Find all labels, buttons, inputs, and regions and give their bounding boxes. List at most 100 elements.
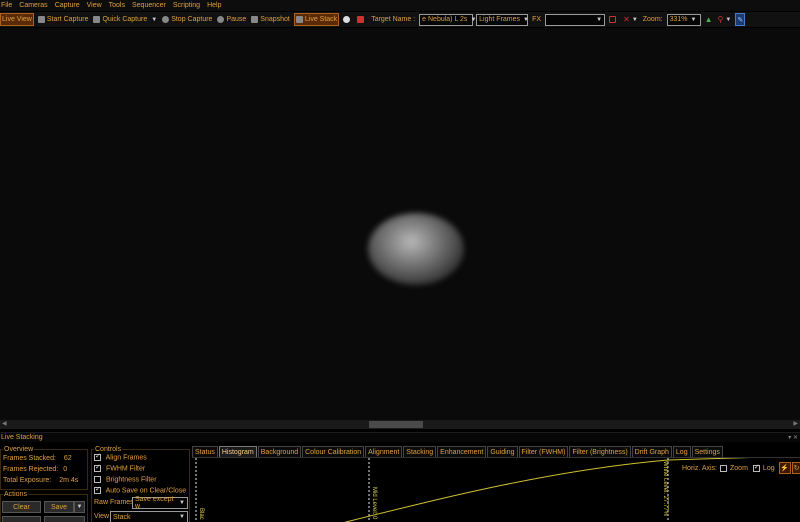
pause-button[interactable]: Pause bbox=[216, 13, 247, 26]
zoom-option-label: Zoom bbox=[730, 464, 748, 472]
target-name-value: e Nebula) L 2s bbox=[422, 16, 468, 23]
view-label: View bbox=[94, 513, 110, 520]
brightness-filter-label: Brightness Filter bbox=[105, 476, 157, 484]
view-value: Stack bbox=[113, 513, 131, 521]
log-checkbox[interactable] bbox=[752, 463, 760, 472]
chevron-down-icon[interactable]: ▼ bbox=[151, 17, 157, 23]
fx-dropdown[interactable]: ▼ bbox=[545, 13, 606, 26]
live-stack-button[interactable]: Live Stack bbox=[293, 13, 340, 26]
tab-settings[interactable]: Settings bbox=[691, 446, 723, 457]
menu-scripting[interactable]: Scripting bbox=[173, 2, 200, 9]
tab-colour-calibration[interactable]: Colour Calibration bbox=[302, 446, 365, 457]
auto-save-label: Auto Save on Clear/Close bbox=[105, 487, 187, 495]
zoom-dropdown[interactable]: 331% ▼ bbox=[666, 13, 701, 26]
panel-pin-icon[interactable]: ▾ ✕ bbox=[788, 434, 798, 441]
chevron-down-icon: ▼ bbox=[76, 504, 83, 510]
fwhm-filter-row[interactable]: FWHM Filter bbox=[94, 463, 145, 472]
menu-capture[interactable]: Capture bbox=[55, 2, 80, 9]
align-frames-checkbox[interactable] bbox=[94, 452, 101, 461]
save-options-button[interactable]: ▼ bbox=[74, 501, 85, 513]
tab-log[interactable]: Log bbox=[672, 446, 691, 457]
total-exposure-label: Total Exposure: bbox=[3, 477, 52, 484]
zoom-checkbox[interactable] bbox=[720, 464, 728, 472]
menu-tools[interactable]: Tools bbox=[109, 2, 125, 9]
triangle-icon: ▲ bbox=[704, 15, 713, 24]
log-option-label: Log bbox=[762, 464, 775, 472]
grid-overlay-button[interactable] bbox=[608, 13, 619, 26]
raw-frames-dropdown[interactable]: Save except w ▼ bbox=[132, 496, 188, 510]
clear-button[interactable]: Clear bbox=[2, 501, 41, 513]
nebula-image bbox=[368, 213, 464, 285]
live-view-label: Live View bbox=[2, 16, 32, 23]
frames-rejected-value: 0 bbox=[63, 466, 68, 473]
record-indicator[interactable] bbox=[342, 13, 353, 26]
crosshair-button[interactable]: ✕ ▼ bbox=[622, 13, 639, 26]
raw-frames-row: Raw Frames bbox=[94, 499, 134, 506]
scroll-right-icon[interactable]: ▶ bbox=[793, 420, 798, 427]
image-viewer[interactable] bbox=[0, 28, 800, 420]
tab-guiding[interactable]: Guiding bbox=[487, 446, 518, 457]
chevron-down-icon: ▼ bbox=[690, 16, 697, 23]
quick-capture-button[interactable]: Quick Capture ▼ bbox=[92, 13, 158, 26]
fwhm-filter-checkbox[interactable] bbox=[94, 463, 101, 472]
pin-button[interactable]: ✎ bbox=[735, 13, 746, 26]
tab-background[interactable]: Background bbox=[257, 446, 302, 457]
brightness-filter-row[interactable]: Brightness Filter bbox=[94, 476, 157, 483]
magnifier-icon: ⚲ bbox=[717, 15, 724, 24]
auto-save-row[interactable]: Auto Save on Clear/Close bbox=[94, 485, 187, 495]
menu-bar: File Cameras Capture View Tools Sequence… bbox=[0, 0, 800, 11]
tab-drift-graph[interactable]: Drift Graph bbox=[631, 446, 672, 457]
action-button-3[interactable] bbox=[44, 516, 85, 522]
action-button-2[interactable] bbox=[2, 516, 41, 522]
tab-enhancement[interactable]: Enhancement bbox=[437, 446, 487, 457]
snapshot-label: Snapshot bbox=[260, 16, 290, 23]
tab-filter-fwhm[interactable]: Filter (FWHM) bbox=[518, 446, 569, 457]
horizontal-scrollbar[interactable]: ◀ ▶ bbox=[0, 420, 800, 429]
tab-status[interactable]: Status bbox=[192, 446, 218, 457]
menu-cameras[interactable]: Cameras bbox=[19, 2, 47, 9]
pause-icon bbox=[217, 16, 225, 23]
start-capture-button[interactable]: Start Capture bbox=[37, 13, 90, 26]
auto-save-checkbox[interactable] bbox=[94, 485, 101, 494]
reticule-button[interactable] bbox=[356, 13, 367, 26]
zoom-label: Zoom: bbox=[642, 16, 663, 23]
tab-alignment[interactable]: Alignment bbox=[365, 446, 403, 457]
histogram-options: Horiz. Axis: Zoom Log ⚡ ↻ bbox=[682, 462, 800, 474]
menu-help[interactable]: Help bbox=[207, 2, 221, 9]
frame-type-dropdown[interactable]: Light Frames ▼ bbox=[476, 13, 529, 26]
frames-stacked-label: Frames Stacked: bbox=[3, 455, 56, 462]
stop-capture-button[interactable]: Stop Capture bbox=[161, 13, 213, 26]
view-dropdown[interactable]: Stack ▼ bbox=[110, 511, 188, 522]
tab-stacking[interactable]: Stacking bbox=[403, 446, 437, 457]
reticule-icon bbox=[357, 16, 365, 23]
tab-histogram[interactable]: Histogram bbox=[218, 446, 257, 457]
black-level-label: Blac bbox=[198, 508, 204, 520]
frames-rejected-label: Frames Rejected: bbox=[3, 466, 59, 473]
snapshot-button[interactable]: Snapshot bbox=[250, 13, 291, 26]
histogram-stretch-button[interactable]: ▲ bbox=[704, 13, 714, 26]
scrollbar-thumb[interactable] bbox=[369, 421, 423, 428]
toolbar: Live View Start Capture Quick Capture ▼ … bbox=[0, 12, 800, 27]
target-name-dropdown[interactable]: e Nebula) L 2s ▼ bbox=[419, 13, 476, 26]
frames-stacked-row: Frames Stacked: 62 bbox=[3, 455, 72, 462]
fx-label-wrap: FX bbox=[531, 13, 542, 26]
auto-stretch-icon[interactable]: ⚡ bbox=[778, 462, 791, 474]
save-button[interactable]: Save bbox=[44, 501, 74, 513]
brightness-filter-checkbox[interactable] bbox=[94, 476, 101, 483]
align-frames-row[interactable]: Align Frames bbox=[94, 452, 147, 461]
zoom-label-wrap: Zoom: bbox=[642, 13, 664, 26]
fx-label: FX bbox=[532, 16, 542, 23]
reset-icon[interactable]: ↻ bbox=[791, 462, 800, 474]
snapshot-icon bbox=[251, 16, 259, 23]
magnifier-button[interactable]: ⚲ ▼ bbox=[717, 13, 733, 26]
menu-view[interactable]: View bbox=[87, 2, 102, 9]
menu-sequencer[interactable]: Sequencer bbox=[132, 2, 166, 9]
start-capture-label: Start Capture bbox=[46, 16, 89, 23]
chevron-down-icon: ▼ bbox=[523, 16, 529, 23]
tab-filter-brightness[interactable]: Filter (Brightness) bbox=[569, 446, 631, 457]
scroll-left-icon[interactable]: ◀ bbox=[2, 420, 7, 427]
menu-file[interactable]: File bbox=[1, 2, 12, 9]
mid-level-label: Mid Level: 0 bbox=[371, 487, 377, 520]
live-view-button[interactable]: Live View bbox=[0, 13, 34, 26]
crosshair-icon: ✕ bbox=[623, 15, 630, 24]
